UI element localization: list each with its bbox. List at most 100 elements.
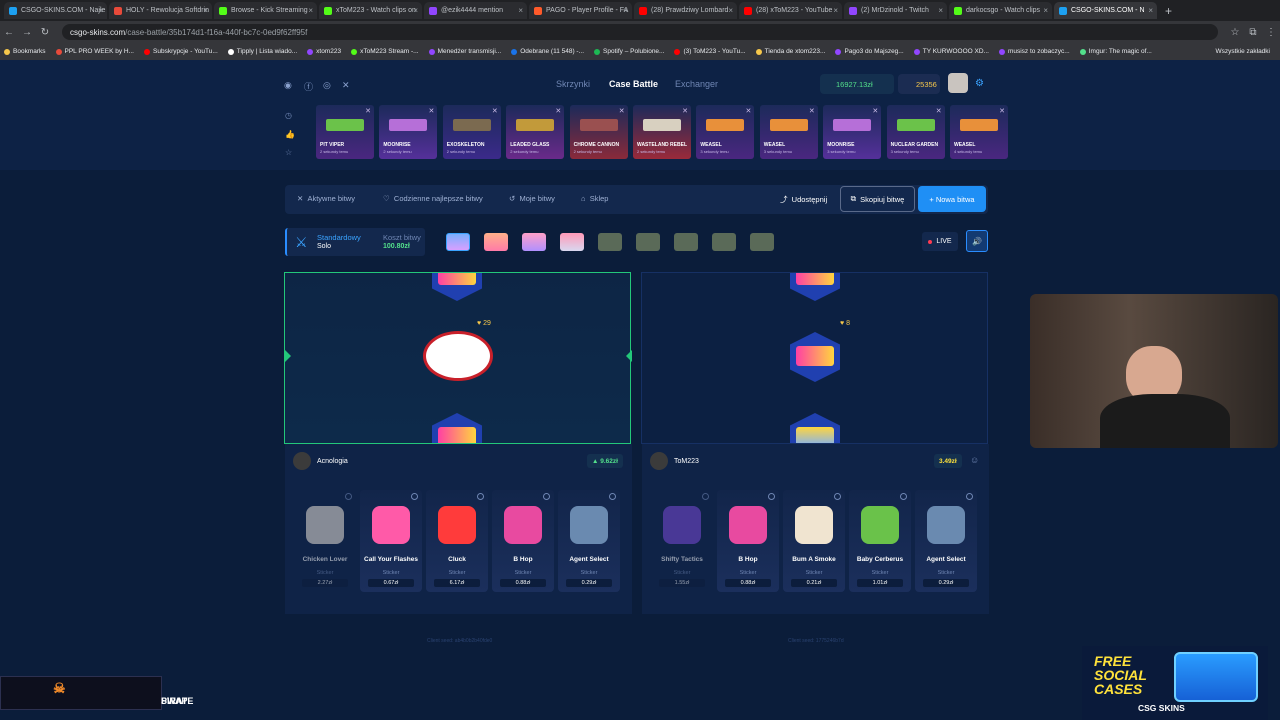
live-drop-card[interactable]: NUCLEAR GARDEN 3 sekundy temu ✕ [886,105,945,159]
won-item-card[interactable]: Cluck Sticker 6.17zł [426,490,488,592]
select-checkbox[interactable] [900,493,907,500]
battle-case[interactable] [522,233,546,251]
close-icon[interactable]: × [833,6,838,15]
won-item-card[interactable]: Chicken Lover Sticker 2.27zł [294,490,356,592]
discord-icon[interactable]: ◉ [284,80,292,91]
x-twitter-icon[interactable]: ✕ [342,80,350,91]
select-checkbox[interactable] [543,493,550,500]
select-checkbox[interactable] [768,493,775,500]
won-item-card[interactable]: Shifty Tactics Sticker 1.55zł [651,490,713,592]
close-icon[interactable]: ✕ [429,107,435,115]
won-item-card[interactable]: Agent Select Sticker 0.29zł [915,490,977,592]
close-icon[interactable]: × [98,6,103,15]
bookmark-item[interactable]: Tienda de xtom223... [755,48,825,55]
sound-toggle[interactable]: 🔊 [966,230,988,252]
battle-case[interactable] [674,233,698,251]
new-tab-icon[interactable]: + [1165,4,1172,18]
browser-tab[interactable]: HOLY - Rewolucja Softdrin × [109,2,212,19]
live-drop-card[interactable]: WEASEL 3 sekundy temu ✕ [759,105,818,159]
live-drop-card[interactable]: PIT VIPER 2 sekundy temu ✕ [316,105,374,159]
battle-case[interactable] [560,233,584,251]
active-battles-link[interactable]: ✕ Aktywne bitwy [297,194,355,203]
won-item-card[interactable]: Agent Select Sticker 0.29zł [558,490,620,592]
close-icon[interactable]: ✕ [682,107,688,115]
won-item-card[interactable]: Call Your Flashes Sticker 0.67zł [360,490,422,592]
live-drop-card[interactable]: MOONRISE 2 sekundy temu ✕ [379,105,438,159]
select-checkbox[interactable] [834,493,841,500]
bookmark-item[interactable]: Imgur: The magic of... [1079,48,1152,55]
live-drop-card[interactable]: WASTELAND REBEL 2 sekundy temu ✕ [633,105,691,159]
facebook-icon[interactable]: ⓕ [304,80,313,93]
close-icon[interactable]: ✕ [492,107,498,115]
live-drop-card[interactable]: WEASEL 3 sekundy temu ✕ [696,105,755,159]
user-avatar[interactable] [948,73,968,93]
select-checkbox[interactable] [345,493,352,500]
best-battles-link[interactable]: ♡ Codzienne najlepsze bitwy [383,194,483,203]
live-drop-card[interactable]: LEADED GLASS 2 sekundy temu ✕ [506,105,565,159]
nav-exchanger[interactable]: Exchanger [675,79,718,89]
bookmark-item[interactable]: PPL PRO WEEK by H... [55,48,134,55]
browser-tab[interactable]: PAGO - Player Profile - FA × [529,2,632,19]
bookmark-item[interactable]: Pago3 do Majszeg... [835,48,904,55]
bookmark-item[interactable]: xToM223 Stream -... [351,48,419,55]
all-bookmarks[interactable]: Wszystkie zakładki [1215,48,1270,55]
select-checkbox[interactable] [966,493,973,500]
close-icon[interactable]: ✕ [365,107,371,115]
close-icon[interactable]: × [413,6,418,15]
star-icon[interactable]: ☆ [285,148,292,157]
battle-case[interactable] [446,233,470,251]
close-icon[interactable]: ✕ [555,107,561,115]
forward-icon[interactable]: → [18,27,36,38]
bookmark-item[interactable]: Spotify – Polubione... [594,48,664,55]
bookmark-star-icon[interactable]: ☆ [1226,27,1244,38]
close-icon[interactable]: ✕ [746,107,752,115]
bookmark-item[interactable]: TY KURWOOOO XD... [913,48,989,55]
copy-battle-button[interactable]: ⧉ Skopiuj bitwę [840,186,915,212]
close-icon[interactable]: × [1043,6,1048,15]
live-drop-card[interactable]: EXOSKELETON 2 sekundy temu ✕ [442,105,501,159]
live-drop-card[interactable]: WEASEL 4 sekundy temu ✕ [950,105,1008,159]
won-item-card[interactable]: Bum A Smoke Sticker 0.21zł [783,490,845,592]
smile-icon[interactable]: ☺ [970,455,979,465]
browser-tab[interactable]: (28) xToM223 - YouTube × [739,2,842,19]
instagram-icon[interactable]: ◎ [323,80,331,91]
thumb-up-icon[interactable]: 👍 [285,130,295,139]
close-icon[interactable]: ✕ [936,107,942,115]
browser-tab[interactable]: CSGO-SKINS.COM - N × [1054,2,1157,19]
close-icon[interactable]: × [623,6,628,15]
live-drop-card[interactable]: CHROME CANNON 2 sekundy temu ✕ [569,105,628,159]
my-battles-link[interactable]: ↺ Moje bitwy [509,194,555,203]
close-icon[interactable]: × [518,6,523,15]
battle-case[interactable] [712,233,736,251]
live-drop-card[interactable]: MOONRISE 3 sekundy temu ✕ [823,105,882,159]
back-icon[interactable]: ← [0,27,18,38]
close-icon[interactable]: ✕ [999,107,1005,115]
browser-tab[interactable]: CSGO-SKINS.COM - Najle × [4,2,107,19]
battle-case[interactable] [484,233,508,251]
won-item-card[interactable]: B Hop Sticker 0.88zł [492,490,554,592]
menu-icon[interactable]: ⋮ [1262,27,1280,38]
shop-link[interactable]: ⌂ Sklep [581,194,608,203]
share-button[interactable]: ⤴ Udostępnij [780,194,827,205]
browser-tab[interactable]: xToM223 - Watch clips on × [319,2,422,19]
select-checkbox[interactable] [411,493,418,500]
reload-icon[interactable]: ↻ [36,27,54,38]
nav-case-battle[interactable]: Case Battle [609,79,658,89]
select-checkbox[interactable] [702,493,709,500]
select-checkbox[interactable] [477,493,484,500]
won-item-card[interactable]: B Hop Sticker 0.88zł [717,490,779,592]
close-icon[interactable]: ✕ [809,107,815,115]
select-checkbox[interactable] [609,493,616,500]
new-battle-button[interactable]: + Nowa bitwa [918,186,986,212]
close-icon[interactable]: × [308,6,313,15]
browser-tab[interactable]: Browse - Kick Streaming × [214,2,317,19]
browser-tab[interactable]: darkocsgo - Watch clips × [949,2,1052,19]
close-icon[interactable]: ✕ [872,107,878,115]
battle-case[interactable] [636,233,660,251]
close-icon[interactable]: × [938,6,943,15]
bookmark-item[interactable]: Subskrypcje - YouTu... [144,48,218,55]
browser-tab[interactable]: @ezik4444 mention × [424,2,527,19]
close-icon[interactable]: × [203,6,208,15]
bookmark-item[interactable]: Tipply | Lista wiado... [227,48,297,55]
bookmark-item[interactable]: xtom223 [307,48,341,55]
